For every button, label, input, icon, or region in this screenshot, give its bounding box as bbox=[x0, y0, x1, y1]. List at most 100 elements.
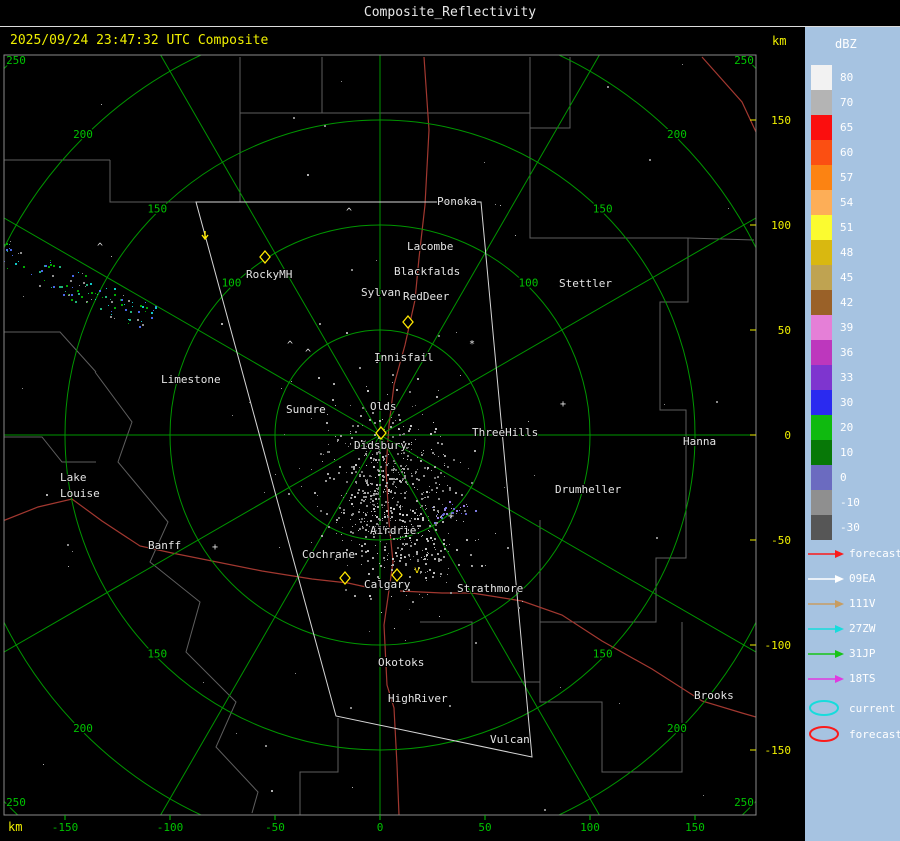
y-axis-label: -150 bbox=[765, 744, 792, 757]
ellipse-label: forecast bbox=[849, 727, 900, 741]
track-label: 111V bbox=[849, 597, 876, 610]
dbz-scale-value: 10 bbox=[840, 446, 854, 459]
map-symbol-icon: ^ bbox=[97, 242, 103, 253]
map-symbol-icon: + bbox=[212, 542, 218, 553]
boundary-line bbox=[299, 718, 339, 815]
dbz-scale-value: 45 bbox=[840, 271, 854, 284]
axis-unit-top-right: km bbox=[772, 34, 787, 48]
dbz-scale-row: 80 bbox=[811, 65, 860, 90]
map-symbol-icon: ^ bbox=[305, 348, 311, 359]
city-label: Louise bbox=[60, 487, 100, 500]
city-label: Sylvan bbox=[361, 286, 401, 299]
dbz-scale-value: 33 bbox=[840, 371, 854, 384]
city-label: RedDeer bbox=[403, 290, 450, 303]
spoke-line bbox=[4, 217, 381, 436]
track-arrow-icon bbox=[808, 674, 844, 683]
range-ring bbox=[4, 55, 756, 815]
dbz-scale-value: 51 bbox=[840, 221, 854, 234]
echo-cluster bbox=[4, 241, 157, 328]
dbz-scale-swatch bbox=[811, 290, 832, 315]
boundary-line bbox=[109, 113, 241, 203]
city-label: Calgary bbox=[364, 578, 411, 591]
range-ring-label: 150 bbox=[593, 648, 613, 661]
timestamp-label: 2025/09/24 23:47:32 UTC Composite bbox=[10, 33, 269, 48]
city-label: Ponoka bbox=[437, 195, 477, 208]
radar-display-area[interactable]: 100 150 200 250 150 200 250 150 200 250 100 150 200 2… bbox=[0, 0, 805, 841]
range-ring-label: 250 bbox=[6, 54, 26, 67]
track-arrow-icon bbox=[808, 649, 844, 658]
ellipse-legend: current forecast bbox=[807, 695, 900, 747]
dbz-scale-swatch bbox=[811, 240, 832, 265]
track-legend: forecast 09EA 111V 27ZW 31JP 18TS bbox=[807, 541, 900, 691]
track-label: 31JP bbox=[849, 647, 876, 660]
city-label: Lacombe bbox=[407, 240, 453, 253]
x-axis-label: 100 bbox=[580, 821, 600, 834]
dbz-scale-value: -10 bbox=[840, 496, 860, 509]
dbz-scale-swatch bbox=[811, 190, 832, 215]
dbz-scale-value: 39 bbox=[840, 321, 854, 334]
dbz-scale-row: 0 bbox=[811, 465, 860, 490]
boundary-line bbox=[530, 57, 571, 129]
ellipse-legend-row: current bbox=[807, 695, 900, 721]
city-label: Lake bbox=[60, 471, 87, 484]
city-label: Stettler bbox=[559, 277, 612, 290]
range-ring-label: 200 bbox=[667, 722, 687, 735]
dbz-scale-swatch bbox=[811, 315, 832, 340]
axis-unit-bottom-left: km bbox=[8, 820, 23, 834]
dbz-scale-row: 51 bbox=[811, 215, 860, 240]
dbz-scale-swatch bbox=[811, 215, 832, 240]
city-label: ThreeHills bbox=[472, 426, 538, 439]
dbz-scale-swatch bbox=[811, 465, 832, 490]
dbz-scale-row: 30 bbox=[811, 390, 860, 415]
reflectivity-echo-layer bbox=[4, 64, 729, 811]
y-axis-label: 0 bbox=[784, 429, 791, 442]
range-ring-label: 200 bbox=[73, 722, 93, 735]
dbz-scale-swatch bbox=[811, 90, 832, 115]
map-symbol-icon: * bbox=[469, 339, 475, 350]
dbz-scale-value: 20 bbox=[840, 421, 854, 434]
dbz-scale-value: 80 bbox=[840, 71, 854, 84]
boundary-line bbox=[239, 57, 322, 114]
dbz-scale-swatch bbox=[811, 415, 832, 440]
dbz-scale-swatch bbox=[811, 140, 832, 165]
dbz-scale-swatch bbox=[811, 265, 832, 290]
ellipse-icon bbox=[809, 726, 839, 742]
track-arrow-icon bbox=[808, 624, 844, 633]
dbz-scale-title: dBZ bbox=[835, 37, 857, 51]
spoke-line bbox=[160, 434, 381, 815]
polar-grid bbox=[4, 55, 756, 815]
city-label: Sundre bbox=[286, 403, 326, 416]
dbz-color-scale: 80 70 65 60 57 54 51 48 45 42 39 36 33 30 20 10 0 -10 -30 bbox=[811, 65, 860, 540]
dbz-scale-swatch bbox=[811, 340, 832, 365]
track-legend-row: 111V bbox=[807, 591, 900, 616]
y-axis-label: -100 bbox=[765, 639, 792, 652]
x-axis-label: -150 bbox=[52, 821, 79, 834]
boundary-line bbox=[4, 331, 97, 373]
track-arrow-icon bbox=[808, 599, 844, 608]
dbz-scale-value: 70 bbox=[840, 96, 854, 109]
legend-panel: dBZ 80 70 65 60 57 54 51 48 45 42 39 36 33 30 20 10 0 -10… bbox=[805, 27, 900, 841]
city-label: Hanna bbox=[683, 435, 716, 448]
ellipse-legend-row: forecast bbox=[807, 721, 900, 747]
city-label: Olds bbox=[370, 400, 397, 413]
x-axis-label: 150 bbox=[685, 821, 705, 834]
track-arrow-icon bbox=[808, 574, 844, 583]
city-label: Limestone bbox=[161, 373, 221, 386]
range-ring-label: 150 bbox=[593, 202, 613, 215]
map-symbol-icon: + bbox=[560, 399, 566, 410]
spoke-line bbox=[4, 434, 381, 653]
city-label: Blackfalds bbox=[394, 265, 460, 278]
track-legend-row: 31JP bbox=[807, 641, 900, 666]
city-label: Okotoks bbox=[378, 656, 424, 669]
dbz-scale-swatch bbox=[811, 490, 832, 515]
track-legend-row: 09EA bbox=[807, 566, 900, 591]
range-ring-label: 150 bbox=[147, 202, 167, 215]
dbz-scale-row: 33 bbox=[811, 365, 860, 390]
radar-map-canvas[interactable]: 100 150 200 250 150 200 250 150 200 250 100 150 200 2… bbox=[0, 0, 805, 841]
range-ring-label: 100 bbox=[519, 277, 539, 290]
dbz-scale-swatch bbox=[811, 65, 832, 90]
city-label: HighRiver bbox=[388, 692, 448, 705]
dbz-scale-swatch bbox=[811, 390, 832, 415]
boundary-line bbox=[4, 436, 96, 463]
dbz-scale-swatch bbox=[811, 365, 832, 390]
